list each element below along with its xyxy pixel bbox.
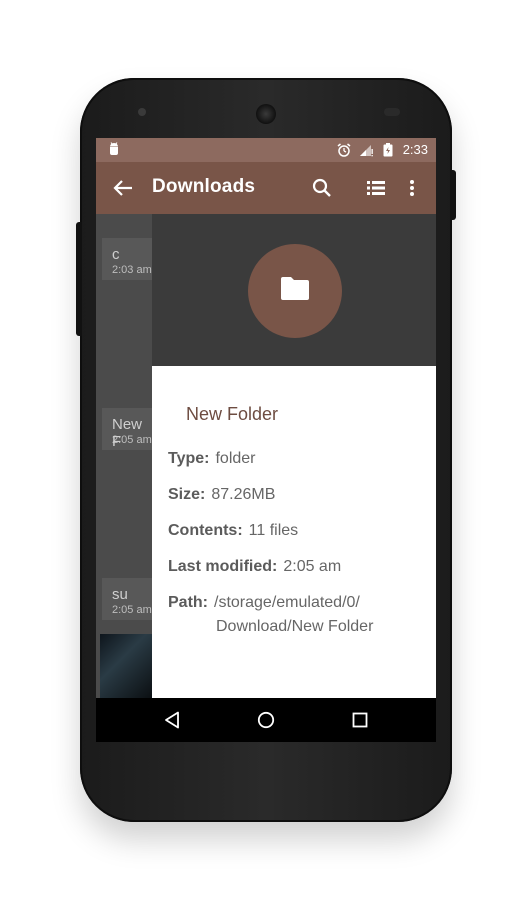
list-view-icon[interactable] bbox=[364, 176, 388, 200]
front-light-sensor bbox=[138, 108, 146, 116]
list-item-time: 2:05 am bbox=[112, 434, 152, 446]
detail-label: Size: bbox=[168, 486, 206, 503]
battery-charging-icon bbox=[381, 142, 395, 157]
status-bar: 2:33 bbox=[96, 138, 436, 162]
volume-button bbox=[76, 222, 82, 336]
detail-last-modified: Last modified: 2:05 am bbox=[168, 558, 341, 576]
android-debug-icon bbox=[108, 142, 120, 159]
proximity-sensor bbox=[384, 108, 400, 116]
detail-label: Path: bbox=[168, 594, 208, 611]
list-item[interactable]: New F 2:05 am bbox=[102, 408, 152, 450]
status-bar-right: 2:33 bbox=[337, 142, 428, 157]
folder-details-panel: New Folder Type: folder Size: 87.26MB Cont… bbox=[152, 214, 436, 698]
back-arrow-icon[interactable] bbox=[110, 175, 136, 201]
detail-label: Last modified: bbox=[168, 558, 278, 575]
detail-type: Type: folder bbox=[168, 450, 256, 468]
nav-back-icon[interactable] bbox=[158, 706, 186, 734]
detail-label: Type: bbox=[168, 450, 210, 467]
folder-name: New Folder bbox=[186, 404, 279, 424]
image-thumbnail[interactable] bbox=[100, 634, 152, 698]
alarm-icon bbox=[337, 142, 351, 157]
detail-value: 2:05 am bbox=[283, 558, 342, 575]
list-item[interactable]: su 2:05 am bbox=[102, 578, 152, 620]
list-item-name: c bbox=[112, 246, 120, 263]
nav-recents-icon[interactable] bbox=[346, 706, 374, 734]
detail-label: Contents: bbox=[168, 522, 243, 539]
detail-path: Path: /storage/emulated/0/ bbox=[168, 594, 360, 612]
folder-avatar bbox=[248, 244, 342, 338]
details-header bbox=[152, 214, 436, 366]
signal-icon bbox=[359, 143, 373, 157]
detail-value: 11 files bbox=[248, 522, 299, 539]
list-item-time: 2:03 am bbox=[112, 264, 152, 276]
detail-size: Size: 87.26MB bbox=[168, 486, 275, 504]
earpiece-speaker bbox=[256, 104, 276, 124]
status-time: 2:33 bbox=[402, 142, 428, 157]
folder-icon bbox=[279, 276, 311, 307]
power-button bbox=[450, 170, 456, 220]
app-bar-title: Downloads bbox=[152, 176, 256, 197]
detail-contents: Contents: 11 files bbox=[168, 522, 298, 540]
detail-value: folder bbox=[215, 450, 256, 467]
detail-value: /storage/emulated/0/ bbox=[214, 594, 360, 611]
navigation-bar bbox=[96, 698, 436, 742]
overflow-menu-icon[interactable] bbox=[400, 176, 424, 200]
search-icon[interactable] bbox=[310, 176, 334, 200]
list-item-name: su bbox=[112, 586, 128, 603]
list-item[interactable]: c 2:03 am bbox=[102, 238, 152, 280]
list-item-time: 2:05 am bbox=[112, 604, 152, 616]
detail-value: 87.26MB bbox=[211, 486, 276, 503]
screen: 2:33 Downloads c 2:03 am New F 2:05 am s… bbox=[96, 138, 436, 742]
detail-path-continued: Download/New Folder bbox=[216, 618, 374, 635]
nav-home-icon[interactable] bbox=[252, 706, 280, 734]
app-bar: Downloads bbox=[96, 162, 436, 214]
